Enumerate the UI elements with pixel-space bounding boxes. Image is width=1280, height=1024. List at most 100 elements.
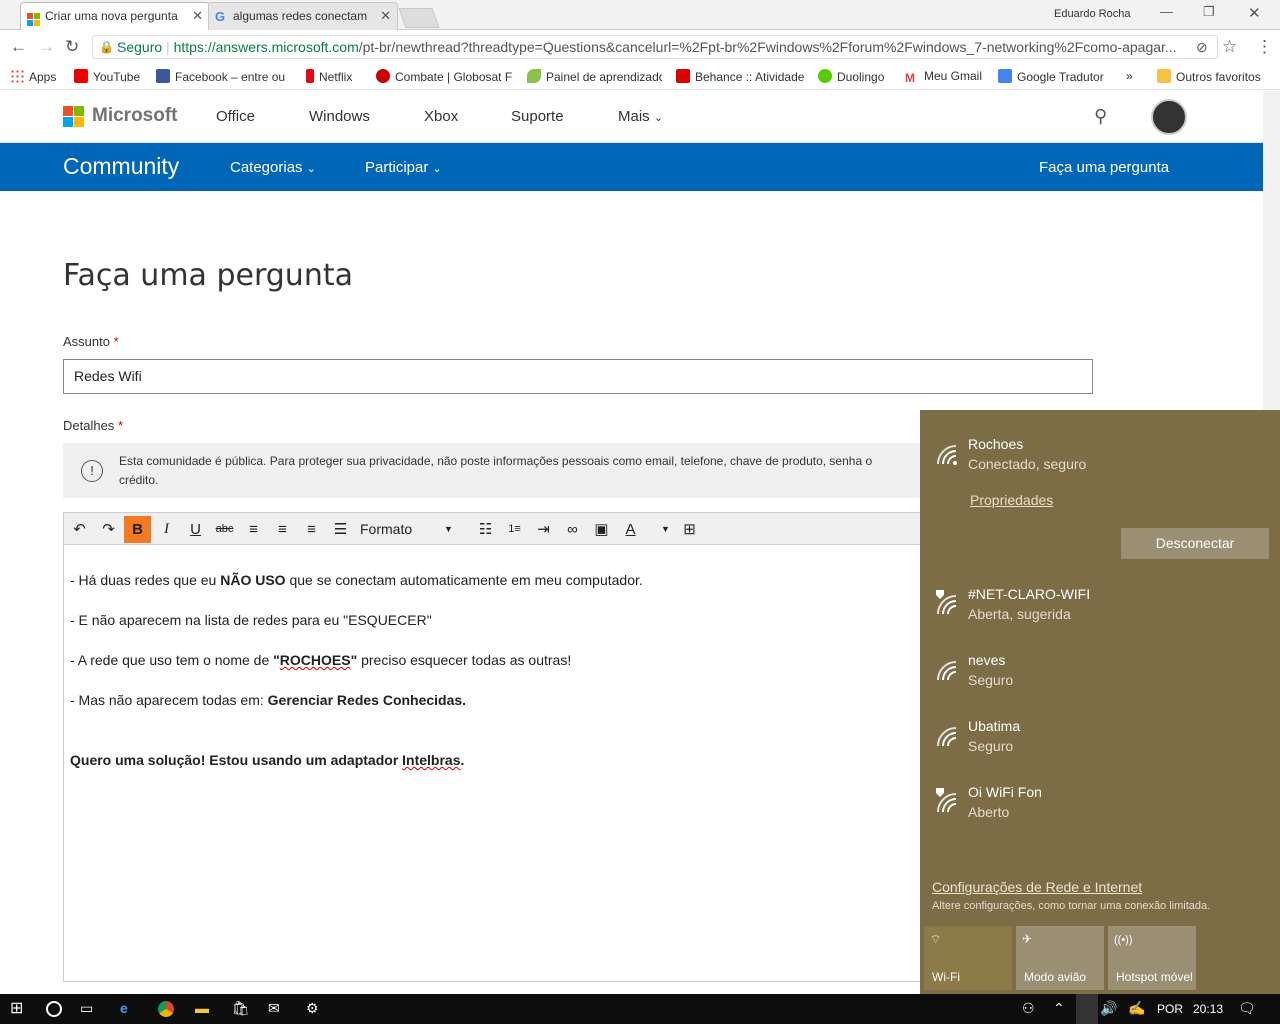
chevron-up-icon[interactable]: ⌃ (1053, 1000, 1065, 1017)
table-icon[interactable]: ⊞ (676, 516, 703, 543)
bookmark-outros[interactable]: Outros favoritos (1157, 69, 1261, 84)
nav-participar[interactable]: Participar ⌄ (365, 159, 442, 176)
people-icon[interactable]: ⚇ (1022, 1000, 1035, 1017)
align-right-icon[interactable]: ≡ (298, 516, 325, 543)
italic-button[interactable]: I (153, 516, 180, 543)
color-dropdown-icon[interactable]: ▼ (652, 516, 679, 543)
bookmark-netflix[interactable]: Netflix (306, 69, 352, 84)
microsoft-logo-icon[interactable] (63, 106, 85, 133)
minimize-icon[interactable]: — (1160, 4, 1173, 19)
network-status: Aberta, sugerida (968, 606, 1071, 622)
subject-input[interactable]: Redes Wifi (63, 359, 1093, 394)
action-center-icon[interactable]: 🗨 (1238, 1000, 1256, 1017)
network-status: Conectado, seguro (968, 456, 1087, 472)
bold-button[interactable]: B (124, 516, 151, 543)
volume-icon[interactable]: 🔊 (1100, 1000, 1117, 1017)
bookmark-combate[interactable]: Combate | Globosat F (376, 69, 513, 84)
tab-google-search[interactable]: G algumas redes conectam ✕ (208, 2, 398, 30)
redo-icon[interactable]: ↷ (95, 516, 122, 543)
browser-tab-bar: Criar uma nova pergunta ✕ G algumas rede… (0, 0, 1280, 30)
tab-criar-pergunta[interactable]: Criar uma nova pergunta ✕ (20, 2, 210, 30)
nav-mais[interactable]: Mais ⌄ (618, 108, 663, 125)
more-bookmarks-icon[interactable]: » (1126, 69, 1133, 83)
reload-icon[interactable]: ↻ (65, 37, 79, 57)
netflix-icon (306, 69, 314, 83)
editor-line: Quero uma solução! Estou usando um adapt… (70, 752, 465, 768)
link-icon[interactable]: ∞ (559, 516, 586, 543)
info-icon: ! (81, 460, 103, 482)
task-view-icon[interactable]: ▭ (80, 1000, 93, 1017)
network-name: #NET-CLARO-WIFI (968, 586, 1091, 602)
profile-name[interactable]: Eduardo Rocha (1054, 8, 1130, 20)
nav-xbox[interactable]: Xbox (424, 108, 458, 125)
new-tab-button[interactable] (398, 8, 440, 28)
search-icon[interactable]: ⚲ (1094, 106, 1107, 127)
edge-icon[interactable]: e (120, 1000, 128, 1016)
settings-icon[interactable]: ⚙ (306, 1000, 319, 1017)
details-editor[interactable]: - Há duas redes que eu NÃO USO que se co… (63, 545, 923, 982)
start-icon[interactable]: ⊞ (10, 998, 23, 1018)
align-center-icon[interactable]: ≡ (269, 516, 296, 543)
format-select[interactable]: Formato ▼ (356, 516, 466, 543)
youtube-icon (74, 69, 88, 83)
justify-icon[interactable]: ☰ (327, 516, 354, 543)
ask-question-link[interactable]: Faça uma pergunta (1039, 159, 1169, 176)
bookmark-apps[interactable]: Apps (10, 69, 56, 84)
network-name: Rochoes (968, 436, 1024, 452)
back-icon[interactable]: ← (10, 37, 27, 57)
community-title[interactable]: Community (63, 153, 179, 180)
bullet-list-icon[interactable]: ☷ (472, 516, 499, 543)
language-indicator[interactable]: POR (1157, 1002, 1183, 1016)
mobile-hotspot-toggle[interactable]: ((•)) Hotspot móvel (1108, 926, 1196, 990)
close-tab-icon[interactable]: ✕ (192, 3, 203, 29)
properties-link[interactable]: Propriedades (970, 492, 1053, 508)
pen-icon[interactable]: ✍ (1128, 1000, 1145, 1017)
image-icon[interactable]: ▣ (588, 516, 615, 543)
close-window-icon[interactable]: ✕ (1248, 4, 1261, 22)
undo-icon[interactable]: ↶ (66, 516, 93, 543)
wifi-toggle[interactable]: ⌔ Wi-Fi (924, 926, 1012, 990)
wifi-icon (937, 727, 957, 747)
network-status: Aberto (968, 804, 1010, 820)
restore-icon[interactable]: ❐ (1203, 4, 1215, 20)
nav-windows[interactable]: Windows (309, 108, 370, 125)
store-icon[interactable]: 🛍 (232, 1000, 250, 1017)
bookmark-behance[interactable]: Behance :: Atividade (676, 69, 804, 84)
blocked-icon[interactable]: ⊘ (1196, 39, 1208, 56)
airplane-mode-toggle[interactable]: ✈ Modo avião (1016, 926, 1104, 990)
network-tray-icon[interactable] (1076, 994, 1098, 1024)
strikethrough-button[interactable]: abc (211, 516, 238, 543)
bookmark-tradutor[interactable]: Google Tradutor (998, 69, 1104, 84)
menu-icon[interactable]: ⋮ (1256, 37, 1273, 57)
bookmark-duolingo[interactable]: Duolingo (818, 69, 884, 84)
bookmark-gmail[interactable]: M Meu Gmail (905, 69, 982, 85)
close-tab-icon[interactable]: ✕ (380, 3, 391, 29)
bookmark-youtube[interactable]: YouTube (74, 69, 140, 84)
numbered-list-icon[interactable]: 1≡ (501, 516, 528, 543)
dropdown-arrow-icon: ▼ (444, 524, 453, 534)
font-color-icon[interactable]: A (617, 516, 644, 543)
nav-office[interactable]: Office (216, 108, 255, 125)
forward-icon[interactable]: → (38, 37, 55, 57)
cortana-icon[interactable] (46, 1001, 62, 1017)
tab-title: Criar uma nova pergunta (45, 9, 178, 23)
file-explorer-icon[interactable]: ▬ (195, 1000, 209, 1016)
url-input[interactable]: 🔒 Seguro | https://answers.microsoft.com… (92, 35, 1218, 59)
star-icon[interactable]: ☆ (1222, 37, 1237, 57)
lock-icon: 🔒 (99, 40, 114, 54)
avatar[interactable] (1151, 99, 1187, 135)
clock[interactable]: 20:13 (1193, 1002, 1223, 1016)
subject-label: Assunto * (63, 334, 119, 349)
bookmark-facebook[interactable]: Facebook – entre ou (156, 69, 291, 84)
disconnect-button[interactable]: Desconectar (1121, 528, 1269, 559)
network-settings-link[interactable]: Configurações de Rede e Internet (932, 879, 1142, 895)
indent-icon[interactable]: ⇥ (530, 516, 557, 543)
align-left-icon[interactable]: ≡ (240, 516, 267, 543)
bookmark-painel[interactable]: Painel de aprendizado (527, 69, 662, 84)
underline-button[interactable]: U (182, 516, 209, 543)
nav-suporte[interactable]: Suporte (511, 108, 564, 125)
mail-icon[interactable]: ✉ (268, 1000, 280, 1017)
chrome-icon[interactable] (158, 1001, 174, 1017)
nav-categorias[interactable]: Categorias ⌄ (230, 159, 316, 176)
brand-name[interactable]: Microsoft (92, 105, 178, 127)
